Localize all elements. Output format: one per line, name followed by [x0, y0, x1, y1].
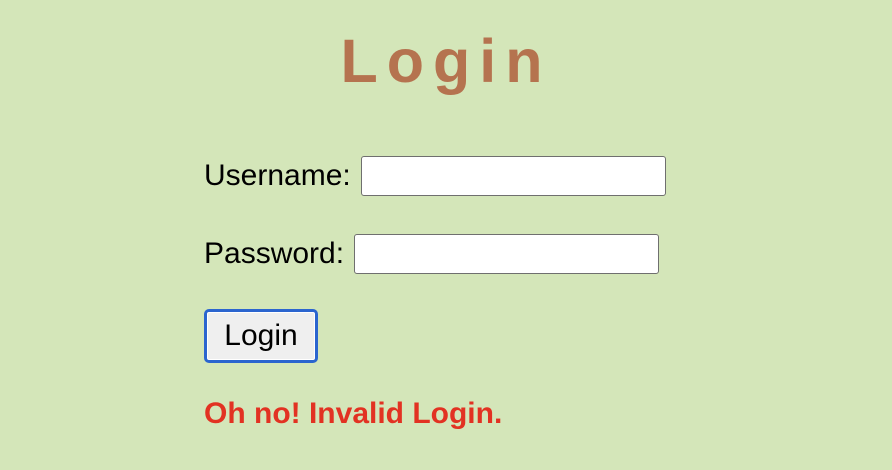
password-label: Password:	[204, 237, 345, 270]
username-row: Username:	[204, 154, 804, 198]
password-row: Password:	[204, 232, 804, 276]
username-input[interactable]	[360, 156, 666, 196]
error-message: Oh no! Invalid Login.	[204, 397, 503, 430]
page-title: Login	[340, 27, 552, 95]
username-label: Username:	[204, 159, 351, 192]
login-form: Username: Password:	[204, 150, 804, 276]
password-input[interactable]	[354, 234, 660, 274]
login-button[interactable]: Login	[204, 309, 318, 363]
